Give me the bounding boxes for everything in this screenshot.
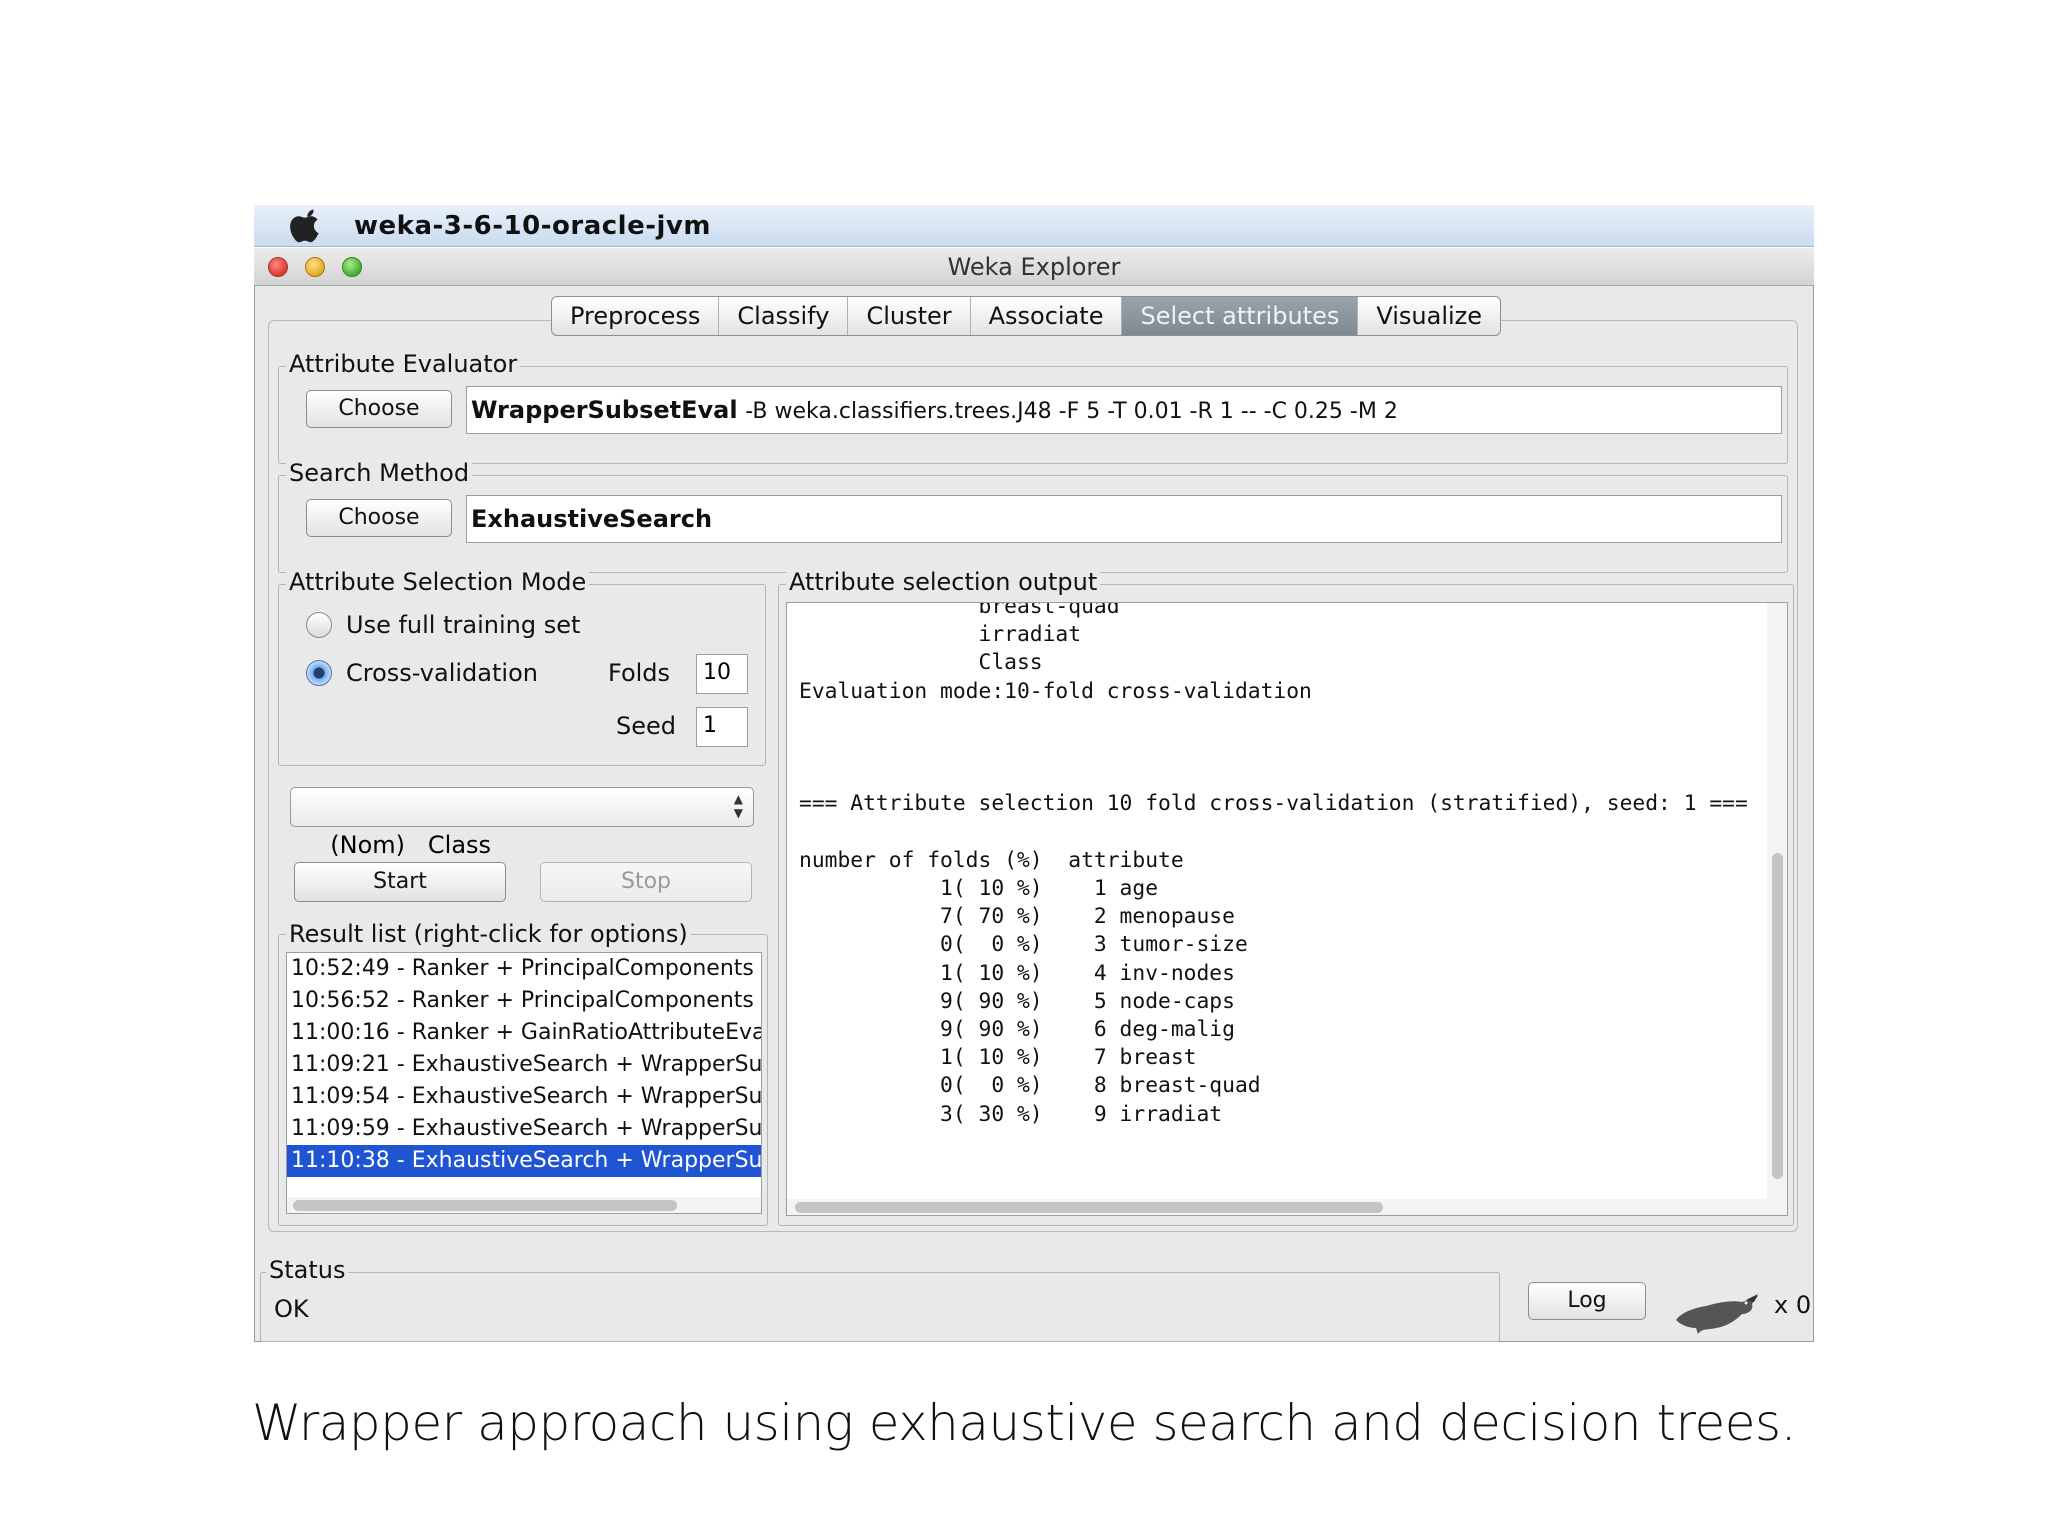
weka-bird-icon [1676, 1294, 1758, 1334]
tab-classify[interactable]: Classify [719, 297, 849, 335]
full-training-radio[interactable] [306, 612, 332, 638]
result-list-hscrollbar[interactable] [287, 1197, 761, 1213]
result-list-item[interactable]: 10:52:49 - Ranker + PrincipalComponents [287, 953, 761, 985]
folds-label: Folds [608, 659, 671, 687]
attribute-selection-output[interactable]: breast-quad irradiat Class Evaluation mo… [786, 602, 1788, 1216]
start-button[interactable]: Start [294, 862, 506, 902]
result-list-item[interactable]: 10:56:52 - Ranker + PrincipalComponents [287, 985, 761, 1017]
seed-input[interactable]: 1 [696, 707, 748, 747]
select-arrows-icon: ▲ ▼ [733, 792, 743, 820]
evaluator-name: WrapperSubsetEval [471, 396, 738, 424]
evaluator-choose-button[interactable]: Choose [306, 390, 452, 428]
attribute-evaluator-legend: Attribute Evaluator [286, 350, 521, 378]
result-list-item[interactable]: 11:09:54 - ExhaustiveSearch + WrapperSub… [287, 1081, 761, 1113]
result-list[interactable]: 10:52:49 - Ranker + PrincipalComponents … [286, 952, 762, 1214]
search-config-field[interactable]: ExhaustiveSearch [466, 495, 1782, 543]
status-group [260, 1272, 1500, 1342]
class-attribute-select[interactable]: (Nom) Class ▲ ▼ [290, 787, 754, 859]
log-button[interactable]: Log [1528, 1282, 1646, 1320]
cross-validation-label[interactable]: Cross-validation [346, 658, 538, 688]
evaluator-config-field[interactable]: WrapperSubsetEval -B weka.classifiers.tr… [466, 386, 1782, 434]
result-list-legend: Result list (right-click for options) [286, 920, 691, 948]
output-text: breast-quad irradiat Class Evaluation mo… [799, 602, 1748, 1127]
evaluator-options: -B weka.classifiers.trees.J48 -F 5 -T 0.… [745, 399, 1398, 424]
tab-preprocess[interactable]: Preprocess [552, 297, 720, 335]
output-vscrollbar[interactable] [1767, 603, 1787, 1201]
seed-label: Seed [616, 712, 676, 740]
tab-visualize[interactable]: Visualize [1358, 297, 1500, 335]
search-choose-button[interactable]: Choose [306, 499, 452, 537]
folds-input[interactable]: 10 [696, 654, 748, 694]
task-count: x 0 [1774, 1291, 1812, 1319]
slide-caption: Wrapper approach using exhaustive search… [252, 1394, 1796, 1452]
output-hscroll-thumb[interactable] [795, 1202, 1383, 1213]
result-list-item[interactable]: 11:09:59 - ExhaustiveSearch + WrapperSub… [287, 1113, 761, 1145]
cross-validation-radio[interactable] [306, 660, 332, 686]
full-training-label[interactable]: Use full training set [346, 610, 580, 640]
status-legend: Status [266, 1256, 349, 1284]
window-title: Weka Explorer [947, 253, 1121, 281]
search-method-legend: Search Method [286, 459, 473, 487]
tab-select-attributes[interactable]: Select attributes [1122, 297, 1359, 335]
result-list-item[interactable]: 11:00:16 - Ranker + GainRatioAttributeEv… [287, 1017, 761, 1049]
tab-associate[interactable]: Associate [971, 297, 1123, 335]
attribute-selection-mode-legend: Attribute Selection Mode [286, 568, 590, 596]
result-list-item[interactable]: 11:09:21 - ExhaustiveSearch + WrapperSub… [287, 1049, 761, 1081]
result-list-item-selected[interactable]: 11:10:38 - ExhaustiveSearch + WrapperSub… [287, 1145, 761, 1177]
output-vscroll-thumb[interactable] [1772, 853, 1783, 1179]
output-hscrollbar[interactable] [787, 1199, 1787, 1215]
menu-app-name[interactable]: weka-3-6-10-oracle-jvm [354, 208, 711, 244]
tab-cluster[interactable]: Cluster [848, 297, 971, 335]
stop-button[interactable]: Stop [540, 862, 752, 902]
tab-bar: Preprocess Classify Cluster Associate Se… [551, 296, 1502, 336]
status-text: OK [274, 1295, 309, 1323]
result-list-hscroll-thumb[interactable] [293, 1200, 677, 1211]
output-legend: Attribute selection output [786, 568, 1101, 596]
class-attribute-value: (Nom) Class [330, 831, 492, 859]
apple-logo-icon[interactable] [290, 207, 324, 243]
